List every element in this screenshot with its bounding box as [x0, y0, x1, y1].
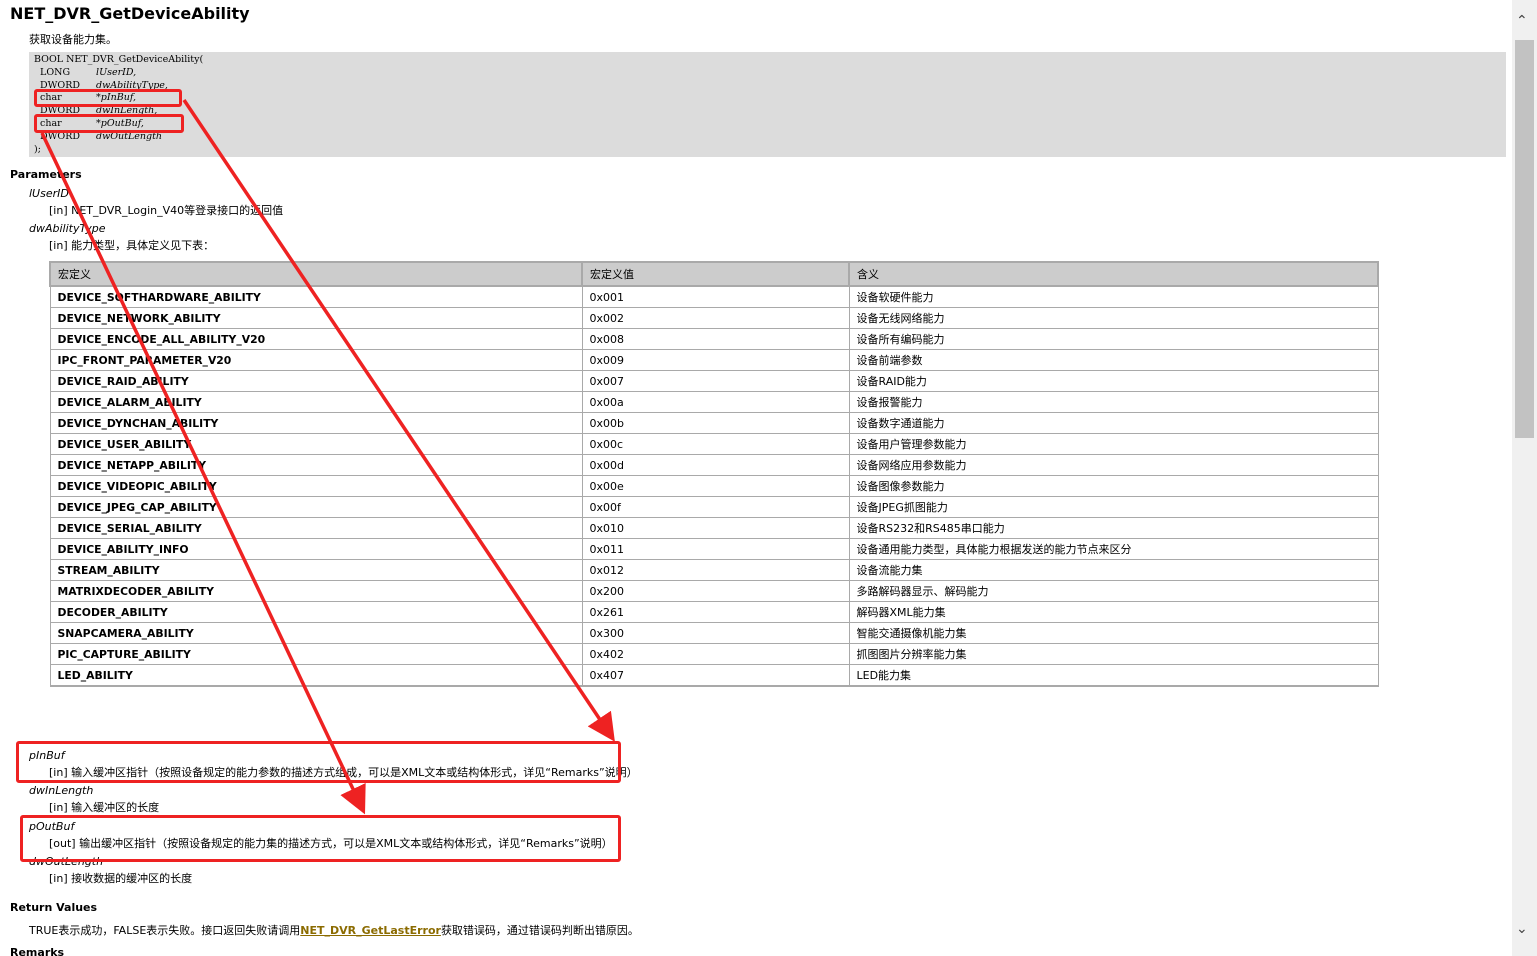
scroll-up-arrow-icon[interactable]: ⌃ — [1516, 14, 1528, 28]
scroll-down-arrow-icon[interactable]: ⌄ — [1516, 922, 1528, 936]
document-content: NET_DVR_GetDeviceAbility 获取设备能力集。 BOOL N… — [0, 0, 1512, 956]
arrow-poutbuf — [40, 132, 366, 815]
arrow-pinbuf — [182, 99, 615, 742]
vertical-scrollbar[interactable]: ⌃ ⌄ — [1512, 0, 1537, 956]
annotation-arrows — [40, 99, 615, 815]
scrollbar-thumb[interactable] — [1515, 40, 1534, 438]
